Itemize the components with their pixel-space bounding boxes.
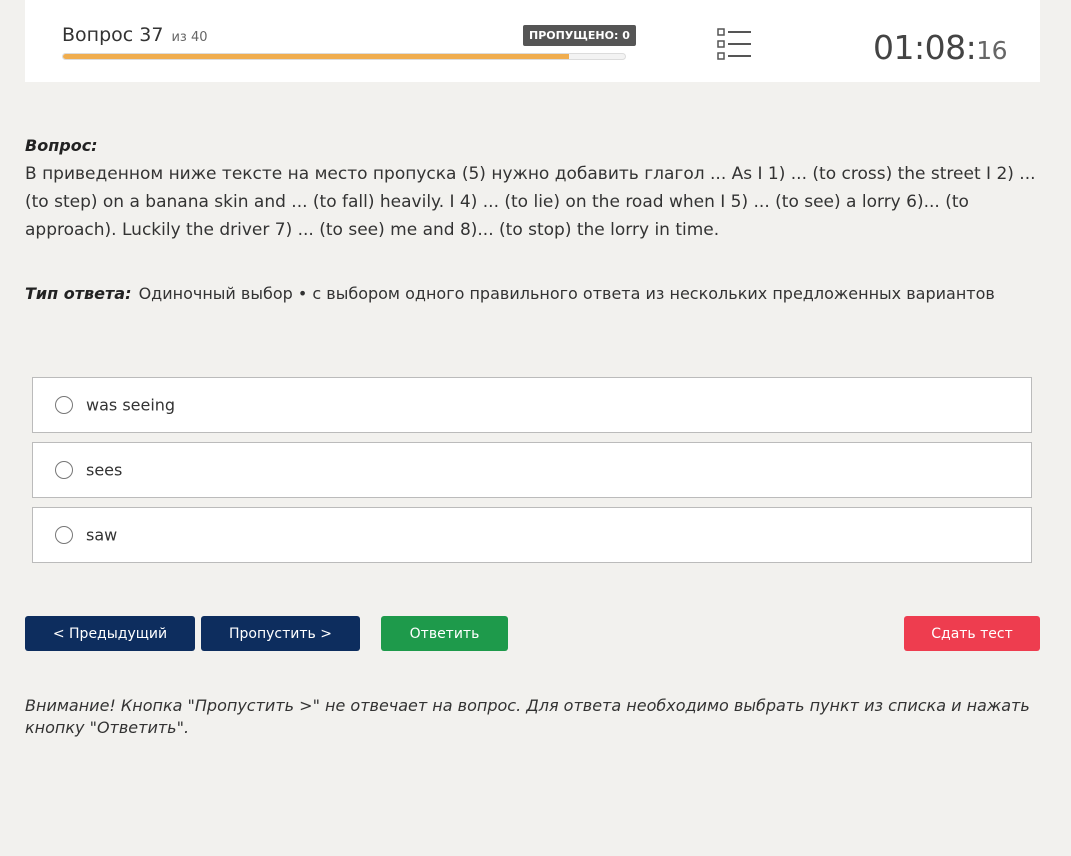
test-header: Вопрос 37 из 40 ПРОПУЩЕНО: 0 01:08:16: [25, 0, 1040, 82]
submit-test-button[interactable]: Сдать тест: [904, 616, 1040, 651]
answer-option-label: sees: [86, 460, 123, 480]
answer-button[interactable]: Ответить: [381, 616, 508, 651]
timer-seconds: 16: [976, 36, 1007, 65]
answer-type-label: Тип ответа:: [25, 284, 132, 303]
list-icon-graphic: [717, 28, 751, 60]
answer-option-label: saw: [86, 525, 118, 545]
answer-type-value: Одиночный выбор • с выбором одного прави…: [138, 284, 995, 303]
answer-option-label: was seeing: [86, 395, 176, 415]
skipped-badge: ПРОПУЩЕНО: 0: [523, 25, 636, 46]
answer-option[interactable]: was seeing: [32, 377, 1032, 433]
radio-button[interactable]: [55, 526, 73, 544]
skip-notice: Внимание! Кнопка "Пропустить >" не отвеч…: [25, 696, 1030, 737]
question-label: Вопрос:: [25, 136, 98, 155]
question-counter: Вопрос 37 из 40: [62, 24, 208, 46]
answer-option[interactable]: sees: [32, 442, 1032, 498]
answer-type: Тип ответа: Одиночный выбор • с выбором …: [25, 284, 995, 303]
skip-button[interactable]: Пропустить >: [201, 616, 360, 651]
timer-main: 01:08:: [872, 28, 977, 67]
countdown-timer: 01:08:16: [872, 28, 1008, 67]
radio-button[interactable]: [55, 396, 73, 414]
question-number: Вопрос 37: [62, 24, 164, 46]
question-total: из 40: [171, 30, 208, 45]
question-list-icon[interactable]: [717, 28, 753, 60]
answer-options: was seeing sees saw: [32, 377, 1032, 572]
progress-bar: [62, 53, 626, 60]
question-text: В приведенном ниже тексте на место пропу…: [25, 164, 1036, 240]
radio-button[interactable]: [55, 461, 73, 479]
previous-button[interactable]: < Предыдущий: [25, 616, 195, 651]
answer-option[interactable]: saw: [32, 507, 1032, 563]
progress-fill: [63, 54, 569, 59]
